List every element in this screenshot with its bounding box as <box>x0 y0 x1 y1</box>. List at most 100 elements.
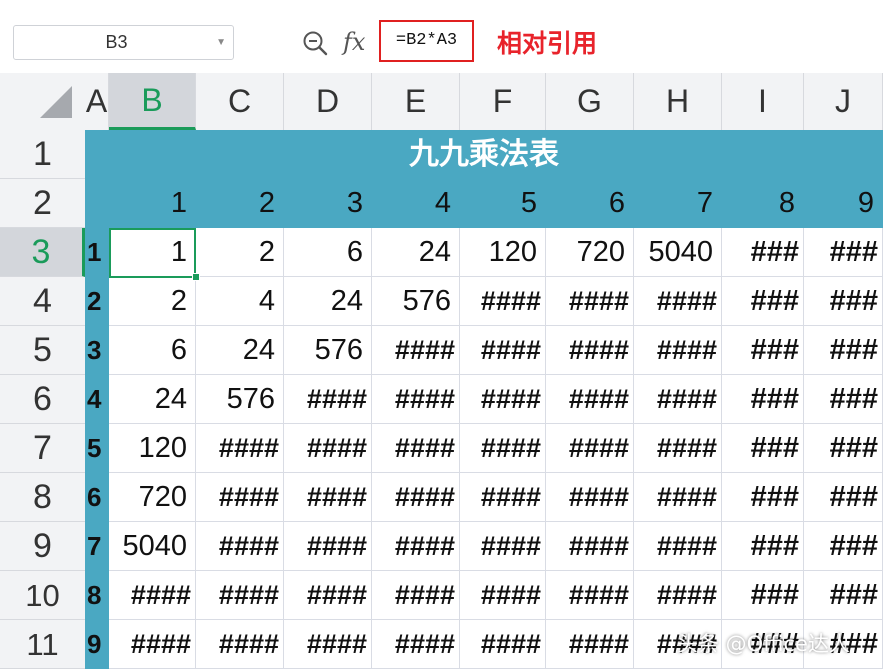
data-cell[interactable]: 2 <box>196 228 284 277</box>
header-cell[interactable]: 3 <box>284 179 372 228</box>
data-cell[interactable]: 120 <box>109 424 196 473</box>
data-cell[interactable]: ### <box>722 375 804 424</box>
data-cell[interactable]: #### <box>460 473 546 522</box>
data-cell[interactable]: #### <box>546 326 634 375</box>
column-header-f[interactable]: F <box>460 73 546 130</box>
column-header-g[interactable]: G <box>546 73 634 130</box>
row-header-4[interactable]: 4 <box>0 277 85 326</box>
data-cell[interactable]: #### <box>460 571 546 620</box>
row-header-5[interactable]: 5 <box>0 326 85 375</box>
data-cell[interactable]: #### <box>284 571 372 620</box>
data-cell[interactable]: 720 <box>546 228 634 277</box>
row-number-cell[interactable]: 2 <box>85 277 109 326</box>
data-cell[interactable]: ### <box>722 228 804 277</box>
data-cell[interactable]: #### <box>634 571 722 620</box>
name-box-value[interactable]: B3 <box>14 26 219 59</box>
name-box[interactable]: B3 ▼ <box>13 25 234 60</box>
data-cell[interactable]: #### <box>634 522 722 571</box>
data-cell[interactable]: #### <box>460 326 546 375</box>
data-cell[interactable]: #### <box>196 424 284 473</box>
data-cell[interactable]: #### <box>546 620 634 669</box>
data-cell[interactable]: #### <box>634 375 722 424</box>
data-cell[interactable]: #### <box>546 375 634 424</box>
data-cell[interactable]: #### <box>372 522 460 571</box>
data-cell[interactable]: #### <box>109 620 196 669</box>
row-header-2[interactable]: 2 <box>0 179 85 228</box>
data-cell[interactable]: #### <box>284 375 372 424</box>
data-cell[interactable]: #### <box>634 277 722 326</box>
data-cell[interactable]: ### <box>722 522 804 571</box>
data-cell[interactable]: #### <box>284 522 372 571</box>
data-cell[interactable]: ### <box>804 522 883 571</box>
data-cell[interactable]: #### <box>634 424 722 473</box>
data-cell[interactable]: 2 <box>109 277 196 326</box>
data-cell[interactable]: 24 <box>196 326 284 375</box>
data-cell[interactable]: ### <box>722 571 804 620</box>
data-cell[interactable]: 120 <box>460 228 546 277</box>
data-cell[interactable]: #### <box>546 473 634 522</box>
column-header-e[interactable]: E <box>372 73 460 130</box>
data-cell[interactable]: ### <box>804 424 883 473</box>
data-cell[interactable]: #### <box>546 522 634 571</box>
row-number-cell[interactable]: 3 <box>85 326 109 375</box>
select-all-corner[interactable] <box>0 73 85 130</box>
row-number-cell[interactable]: 7 <box>85 522 109 571</box>
data-cell[interactable]: #### <box>634 326 722 375</box>
data-cell[interactable]: 1 <box>109 228 196 277</box>
header-cell[interactable]: 2 <box>196 179 284 228</box>
data-cell[interactable]: ### <box>804 571 883 620</box>
data-cell[interactable]: #### <box>196 620 284 669</box>
data-cell[interactable]: 24 <box>372 228 460 277</box>
data-cell[interactable]: 5040 <box>634 228 722 277</box>
data-cell[interactable]: #### <box>634 473 722 522</box>
data-cell[interactable]: 6 <box>284 228 372 277</box>
data-cell[interactable]: #### <box>109 571 196 620</box>
data-cell[interactable]: #### <box>284 473 372 522</box>
data-cell[interactable]: #### <box>460 424 546 473</box>
column-header-a[interactable]: A <box>85 73 109 130</box>
row-header-9[interactable]: 9 <box>0 522 85 571</box>
data-cell[interactable]: ### <box>804 375 883 424</box>
column-header-d[interactable]: D <box>284 73 372 130</box>
data-cell[interactable]: #### <box>372 375 460 424</box>
data-cell[interactable]: #### <box>460 620 546 669</box>
data-cell[interactable]: #### <box>372 326 460 375</box>
select-all-icon[interactable] <box>40 86 72 118</box>
row-header-7[interactable]: 7 <box>0 424 85 473</box>
header-cell[interactable]: 7 <box>634 179 722 228</box>
data-cell[interactable]: #### <box>372 473 460 522</box>
data-cell[interactable]: #### <box>372 424 460 473</box>
column-header-b[interactable]: B <box>109 73 196 130</box>
data-cell[interactable]: 4 <box>196 277 284 326</box>
data-cell[interactable]: #### <box>546 424 634 473</box>
zoom-formula-icon[interactable] <box>302 30 328 56</box>
row-number-cell[interactable]: 5 <box>85 424 109 473</box>
row-number-cell[interactable]: 4 <box>85 375 109 424</box>
row-number-cell[interactable]: 9 <box>85 620 109 669</box>
data-cell[interactable]: ### <box>722 277 804 326</box>
column-header-i[interactable]: I <box>722 73 804 130</box>
data-cell[interactable]: ### <box>804 326 883 375</box>
row-header-11[interactable]: 11 <box>0 620 85 669</box>
data-cell[interactable]: #### <box>196 473 284 522</box>
data-cell[interactable]: 576 <box>284 326 372 375</box>
data-cell[interactable]: ### <box>722 424 804 473</box>
row-header-10[interactable]: 10 <box>0 571 85 620</box>
formula-input[interactable]: =B2*A3 <box>379 20 474 62</box>
data-cell[interactable]: ### <box>722 326 804 375</box>
header-cell[interactable]: 1 <box>109 179 196 228</box>
column-header-h[interactable]: H <box>634 73 722 130</box>
chevron-down-icon[interactable]: ▼ <box>216 26 226 59</box>
data-cell[interactable]: #### <box>372 620 460 669</box>
data-cell[interactable]: ### <box>804 277 883 326</box>
data-cell[interactable]: 24 <box>284 277 372 326</box>
data-cell[interactable]: #### <box>460 277 546 326</box>
data-cell[interactable]: 576 <box>196 375 284 424</box>
fx-icon[interactable]: fx <box>343 26 365 58</box>
header-cell[interactable]: 6 <box>546 179 634 228</box>
row-header-6[interactable]: 6 <box>0 375 85 424</box>
header-cell[interactable]: 9 <box>804 179 883 228</box>
data-cell[interactable]: #### <box>284 620 372 669</box>
data-cell[interactable]: 24 <box>109 375 196 424</box>
data-cell[interactable]: #### <box>546 277 634 326</box>
